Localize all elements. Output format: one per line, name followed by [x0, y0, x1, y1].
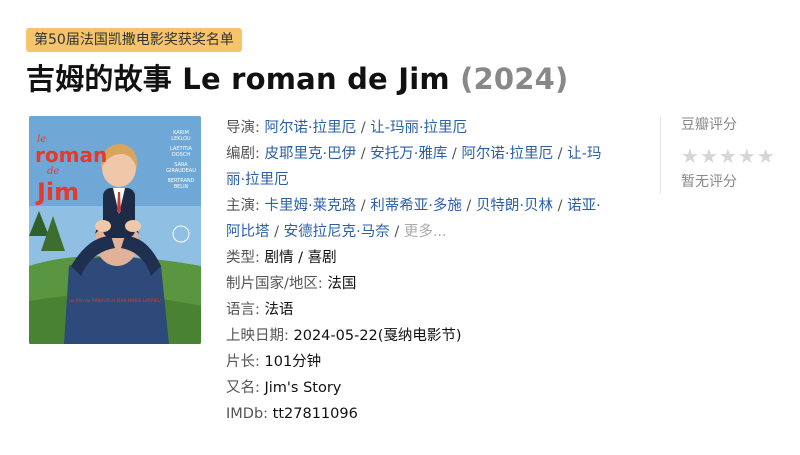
poster-title-de: de — [47, 166, 59, 177]
runtime-row: 片长: 101分钟 — [226, 349, 652, 375]
imdb-value: tt27811096 — [272, 406, 358, 422]
star-icon: ★ — [718, 144, 737, 168]
writer-row: 编剧: 皮耶里克·巴伊 / 安托万·雅库 / 阿尔诺·拉里厄 / 让-玛 丽·拉里… — [226, 146, 602, 188]
language-row: 语言: 法语 — [226, 297, 652, 323]
star-icon: ★ — [699, 144, 718, 168]
imdb-row: IMDb: tt27811096 — [226, 401, 652, 427]
writer-link-2[interactable]: 安托万·雅库 — [370, 146, 447, 162]
cast-more-link[interactable]: 更多... — [404, 224, 447, 240]
director-label: 导演: — [226, 120, 260, 136]
movie-poster[interactable]: le roman de Jim KARIM LEKLOU LAETITIA DO… — [29, 116, 201, 344]
language-value: 法语 — [264, 302, 294, 318]
movie-title-name: 吉姆的故事 Le roman de Jim — [26, 62, 450, 96]
writer-link-3[interactable]: 阿尔诺·拉里厄 — [461, 146, 553, 162]
writer-link-1[interactable]: 皮耶里克·巴伊 — [265, 146, 357, 162]
director-row: 导演: 阿尔诺·拉里厄 / 让-玛丽·拉里厄 — [226, 120, 468, 136]
star-icon: ★ — [737, 144, 756, 168]
cast-link-4-cont[interactable]: 阿比塔 — [226, 224, 270, 240]
movie-info: 导演: 阿尔诺·拉里厄 / 让-玛丽·拉里厄 编剧: 皮耶里克·巴伊 / 安托万… — [226, 115, 652, 427]
writer-link-4-cont[interactable]: 丽·拉里厄 — [226, 172, 289, 188]
cast-link-3[interactable]: 贝特朗·贝林 — [476, 198, 553, 214]
director-link-1[interactable]: 阿尔诺·拉里厄 — [265, 120, 357, 136]
director-link-2[interactable]: 让-玛丽·拉里厄 — [370, 120, 467, 136]
cast-row: 主演: 卡里姆·莱克路 / 利蒂希亚·多施 / 贝特朗·贝林 / 诺亚· 阿比塔 … — [226, 198, 601, 240]
poster-title-roman: roman — [35, 143, 107, 167]
movie-title: 吉姆的故事 Le roman de Jim (2024) — [26, 56, 568, 98]
country-row: 制片国家/地区: 法国 — [226, 271, 652, 297]
cast-link-4[interactable]: 诺亚· — [567, 198, 601, 214]
aka-row: 又名: Jim's Story — [226, 375, 652, 401]
writer-link-4[interactable]: 让-玛 — [567, 146, 601, 162]
poster-image: le roman de Jim KARIM LEKLOU LAETITIA DO… — [29, 116, 201, 344]
cast-link-5[interactable]: 安德拉尼克·马奈 — [284, 224, 390, 240]
rating-stars: ★ ★ ★ ★ ★ — [681, 144, 800, 168]
cast-link-1[interactable]: 卡里姆·莱克路 — [265, 198, 357, 214]
imdb-label: IMDb: — [226, 406, 269, 422]
poster-cast-3b: GIRAUDEAU — [166, 168, 196, 174]
genre-value: 剧情 / 喜剧 — [264, 250, 337, 266]
douban-rating-box: 豆瓣评分 ★ ★ ★ ★ ★ 暂无评分 — [660, 116, 800, 194]
release-value: 2024-05-22(戛纳电影节) — [293, 328, 462, 344]
aka-value: Jim's Story — [264, 380, 342, 396]
star-icon: ★ — [681, 144, 699, 168]
cast-label: 主演: — [226, 198, 260, 214]
runtime-value: 101分钟 — [264, 354, 322, 370]
release-label: 上映日期: — [226, 328, 289, 344]
poster-cast-4b: BELIN — [174, 184, 189, 190]
genre-label: 类型: — [226, 250, 260, 266]
movie-year: (2024) — [460, 62, 569, 96]
poster-cast-2b: DOSCH — [172, 152, 190, 158]
country-value: 法国 — [327, 276, 357, 292]
country-label: 制片国家/地区: — [226, 276, 323, 292]
aka-label: 又名: — [226, 380, 260, 396]
no-rating-text: 暂无评分 — [681, 174, 737, 190]
poster-cast-1b: LEKLOU — [171, 136, 191, 142]
star-icon: ★ — [756, 144, 775, 168]
award-tag[interactable]: 第50届法国凯撒电影奖获奖名单 — [26, 28, 242, 52]
rating-title: 豆瓣评分 — [681, 117, 737, 133]
runtime-label: 片长: — [226, 354, 260, 370]
release-row: 上映日期: 2024-05-22(戛纳电影节) — [226, 323, 652, 349]
genre-row: 类型: 剧情 / 喜剧 — [226, 245, 652, 271]
writer-label: 编剧: — [226, 146, 260, 162]
poster-title-jim: Jim — [35, 178, 79, 206]
cast-link-2[interactable]: 利蒂希亚·多施 — [370, 198, 462, 214]
language-label: 语言: — [226, 302, 260, 318]
poster-credit: un film de ARNAUD et JEAN-MARIE LARRIEU — [69, 298, 160, 303]
